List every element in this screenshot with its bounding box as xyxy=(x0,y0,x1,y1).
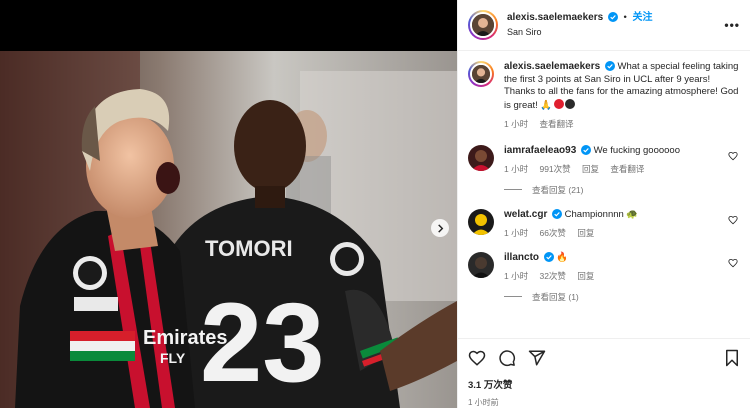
post-caption: alexis.saelemaekers What a special feeli… xyxy=(468,61,740,131)
likes-count[interactable]: 3.1 万次赞 xyxy=(468,377,740,391)
chevron-right-icon xyxy=(437,223,443,233)
separator-dot: • xyxy=(623,12,627,23)
heart-icon[interactable] xyxy=(728,258,738,268)
sponsor-text: Emirates xyxy=(143,327,228,349)
post-modal: TOMORI 23 Emirates FLY alexis.saelemaeke… xyxy=(0,0,750,408)
see-translation-button[interactable]: 查看翻译 xyxy=(539,119,573,129)
commenter-username[interactable]: iamrafaeleao93 xyxy=(504,145,576,156)
author-username[interactable]: alexis.saelemaekers xyxy=(507,12,603,23)
black-circle-emoji xyxy=(565,98,576,109)
comment-item: illancto 🔥 1 小时 32次赞 回复 xyxy=(468,251,740,283)
caption-time: 1 小时 xyxy=(504,119,529,129)
comment-text: Championnnn 🐢 xyxy=(564,208,639,220)
comment-time: 1 小时 xyxy=(504,271,529,281)
verified-icon xyxy=(580,144,591,155)
view-replies-button[interactable]: 查看回复 (21) xyxy=(504,184,740,196)
verified-icon xyxy=(604,61,615,71)
comment-button[interactable] xyxy=(498,349,516,367)
reply-button[interactable]: 回复 xyxy=(577,228,594,238)
post-side-panel: alexis.saelemaekers • 关注 San Siro ••• al… xyxy=(457,0,750,408)
heart-icon xyxy=(468,350,486,366)
comment-text: 🔥 xyxy=(556,251,569,263)
shirt-name: TOMORI xyxy=(205,236,293,261)
commenter-avatar[interactable] xyxy=(468,251,494,278)
caption-avatar[interactable] xyxy=(468,61,494,87)
comment-time: 1 小时 xyxy=(504,228,529,238)
commenter-avatar[interactable] xyxy=(468,208,494,235)
view-replies-button[interactable]: 查看回复 (1) xyxy=(504,291,740,303)
commenter-username[interactable]: welat.cgr xyxy=(504,209,547,220)
verified-icon xyxy=(607,12,618,22)
share-button[interactable] xyxy=(528,349,546,367)
comment-text: We fucking goooooo xyxy=(593,144,681,156)
reply-button[interactable]: 回复 xyxy=(577,271,594,281)
next-image-button[interactable] xyxy=(431,219,449,237)
post-header: alexis.saelemaekers • 关注 San Siro ••• xyxy=(458,0,750,51)
comment-item: iamrafaeleao93 We fucking goooooo 1 小时 9… xyxy=(468,144,740,176)
post-photo: TOMORI 23 Emirates FLY xyxy=(0,51,457,408)
comment-item: welat.cgr Championnnn 🐢 1 小时 66次赞 回复 xyxy=(468,208,740,240)
heart-icon[interactable] xyxy=(728,151,738,161)
comment-likes[interactable]: 32次赞 xyxy=(539,271,565,281)
commenter-username[interactable]: illancto xyxy=(504,252,539,263)
like-button[interactable] xyxy=(468,349,486,367)
bookmark-icon xyxy=(726,349,738,367)
location-link[interactable]: San Siro xyxy=(507,26,652,39)
replies-divider xyxy=(504,189,522,190)
comment-likes[interactable]: 66次赞 xyxy=(539,228,565,238)
replies-divider xyxy=(504,296,522,297)
sponsor-text-line2: FLY xyxy=(160,350,186,366)
heart-icon[interactable] xyxy=(728,215,738,225)
comment-likes[interactable]: 991次赞 xyxy=(539,164,570,174)
reply-button[interactable]: 回复 xyxy=(582,164,599,174)
share-icon xyxy=(528,350,546,366)
see-translation-button[interactable]: 查看翻译 xyxy=(610,164,644,174)
caption-username[interactable]: alexis.saelemaekers xyxy=(504,61,600,72)
comments-list[interactable]: alexis.saelemaekers What a special feeli… xyxy=(458,51,750,338)
verified-icon xyxy=(543,251,554,262)
follow-button[interactable]: 关注 xyxy=(632,12,652,23)
comment-time: 1 小时 xyxy=(504,164,529,174)
post-timestamp: 1 小时前 xyxy=(468,398,499,407)
red-circle-emoji xyxy=(554,98,565,109)
view-replies-label: 查看回复 (1) xyxy=(532,291,579,302)
save-button[interactable] xyxy=(724,349,740,367)
author-avatar[interactable] xyxy=(468,10,498,40)
more-options-button[interactable]: ••• xyxy=(724,18,740,32)
post-media: TOMORI 23 Emirates FLY xyxy=(0,0,457,408)
comment-icon xyxy=(499,350,516,367)
post-actions: 3.1 万次赞 1 小时前 xyxy=(458,338,750,408)
commenter-avatar[interactable] xyxy=(468,144,494,171)
verified-icon xyxy=(552,208,562,219)
view-replies-label: 查看回复 (21) xyxy=(532,184,584,195)
